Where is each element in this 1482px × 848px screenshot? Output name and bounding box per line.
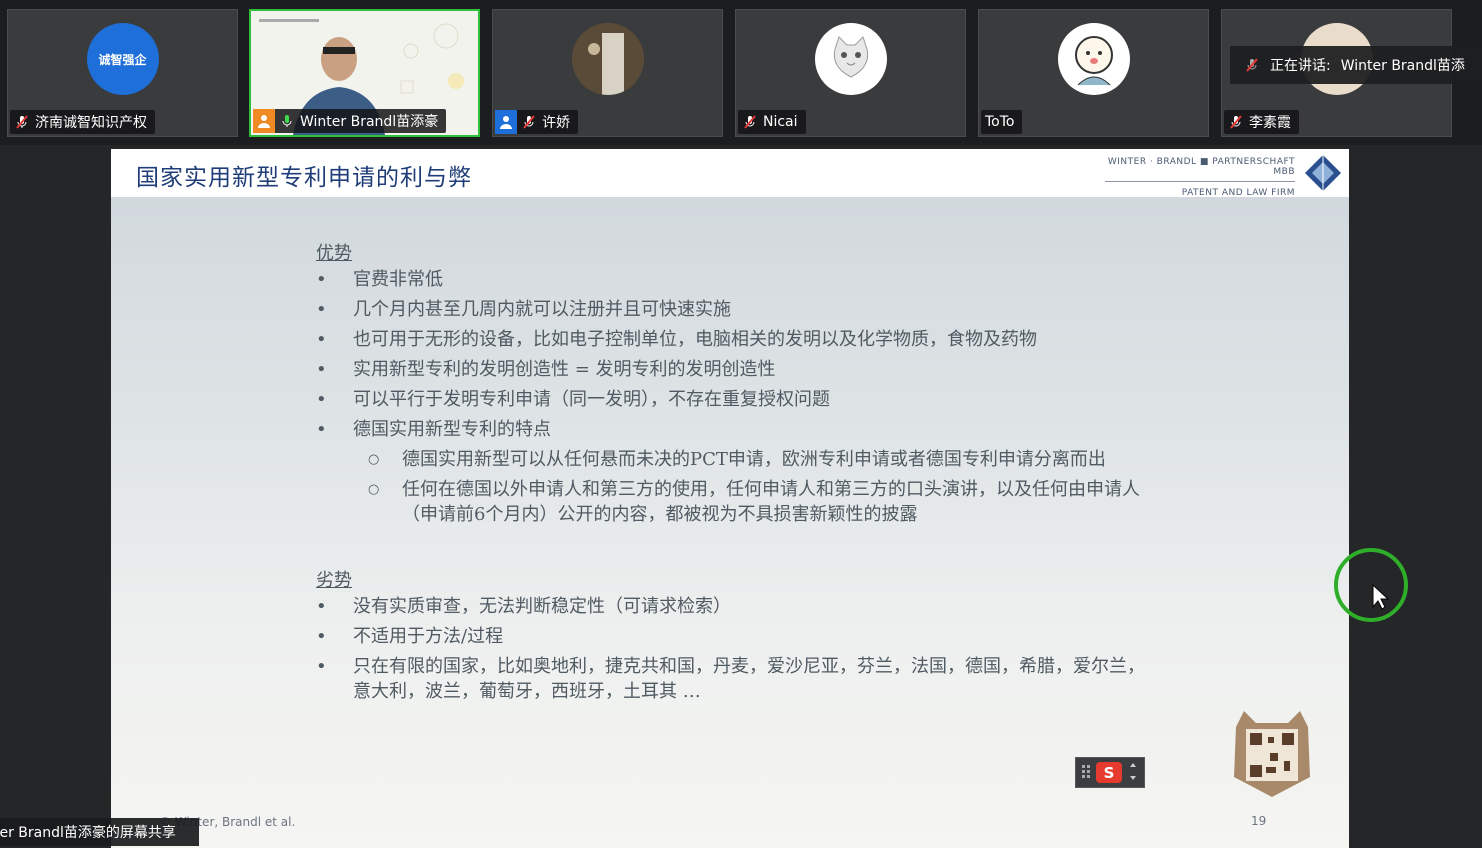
participant-name: 李素霞 (1249, 115, 1291, 131)
participant-name-tag: Nicai (738, 110, 806, 134)
speaking-name: Winter Brandl苗添 (1340, 58, 1465, 74)
speaking-label: 正在讲话: (1270, 58, 1331, 74)
slide-content: 优势 官费非常低 几个月内甚至几周内就可以注册并且可快速实施 也可用于无形的设备… (316, 239, 1146, 709)
participant-name: Winter Brandl苗添豪 (300, 114, 439, 130)
advantage-item: 也可用于无形的设备，比如电子控制单位，电脑相关的发明以及化学物质，食物及药物 (316, 327, 1146, 352)
cursor-highlight (1334, 548, 1408, 622)
disadvantage-item: 只在有限的国家，比如奥地利，捷克共和国，丹麦，爱沙尼亚，芬兰，法国，德国，希腊，… (316, 654, 1146, 704)
participant-tile[interactable]: 诚智强企 济南诚智知识产权 (7, 9, 238, 137)
participant-name-tag: Winter Brandl苗添豪 (253, 109, 447, 133)
advantage-item: 官费非常低 (316, 267, 1146, 292)
screen-share-text: ter Brandl苗添豪的屏幕共享 (0, 825, 176, 841)
page-number: 19 (1251, 814, 1267, 828)
disadvantage-item: 不适用于方法/过程 (316, 624, 1146, 649)
participant-tile-active[interactable]: Winter Brandl苗添豪 (249, 9, 480, 137)
participant-name-tag: 许娇 (495, 110, 578, 134)
firm-line-2: PATENT AND LAW FIRM (1181, 188, 1295, 198)
disadvantages-heading: 劣势 (316, 570, 352, 591)
participant-tile[interactable]: 许娇 (492, 9, 723, 137)
logo-text: 诚智强企 (98, 52, 147, 67)
mic-muted-icon (523, 115, 535, 129)
advantage-item: 实用新型专利的发明创造性 = 发明专利的发明创造性 (316, 357, 1146, 382)
mic-muted-icon (16, 115, 28, 129)
firm-logo-icon (1305, 155, 1341, 191)
screen-share-label: ter Brandl苗添豪的屏幕共享 (0, 818, 199, 846)
participant-tile[interactable]: Nicai (735, 9, 966, 137)
participant-avatar (814, 23, 887, 95)
advantages-heading: 优势 (316, 243, 352, 264)
mic-muted-icon (1230, 115, 1242, 129)
advantage-item: 几个月内甚至几周内就可以注册并且可快速实施 (316, 297, 1146, 322)
slide-title: 国家实用新型专利申请的利与弊 (136, 165, 472, 191)
speaking-indicator: 正在讲话: Winter Brandl苗添 (1230, 46, 1482, 84)
participant-name: 许娇 (542, 115, 570, 131)
mic-muted-icon (744, 115, 756, 129)
firm-name: WINTER · BRANDL ■ PARTNERSCHAFT MBB PATE… (1105, 157, 1295, 198)
host-badge-icon (253, 109, 275, 133)
participant-name: Nicai (763, 114, 798, 130)
participant-avatar (571, 23, 644, 95)
participant-name-tag: ToTo (981, 110, 1023, 134)
svg-text:S: S (1104, 764, 1115, 782)
sub-point: 德国实用新型可以从任何悬而未决的PCT申请，欧洲专利申请或者德国专利申请分离而出 (316, 447, 1146, 472)
shared-slide: 国家实用新型专利申请的利与弊 WINTER · BRANDL ■ PARTNER… (111, 149, 1349, 848)
qr-code-icon (1234, 711, 1310, 797)
participant-name-tag: 济南诚智知识产权 (10, 110, 155, 134)
advantage-item: 德国实用新型专利的特点 (316, 417, 1146, 442)
mic-active-icon (282, 115, 292, 127)
advantage-item: 可以平行于发明专利申请（同一发明），不存在重复授权问题 (316, 387, 1146, 412)
mic-muted-icon (1246, 58, 1258, 72)
participant-name: ToTo (985, 114, 1015, 130)
disadvantage-item: 没有实质审查，无法判断稳定性（可请求检索） (316, 594, 1146, 619)
participant-name: 济南诚智知识产权 (35, 115, 147, 131)
participant-avatar (1057, 23, 1130, 95)
participant-name-tag: 李素霞 (1224, 110, 1299, 134)
mouse-pointer-icon (1372, 583, 1390, 610)
participant-avatar: 诚智强企 (86, 23, 159, 95)
sub-point: 任何在德国以外申请人和第三方的使用，任何申请人和第三方的口头演讲，以及任何由申请… (316, 477, 1146, 527)
participant-tile[interactable]: ToTo (978, 9, 1209, 137)
slide-header: 国家实用新型专利申请的利与弊 WINTER · BRANDL ■ PARTNER… (111, 149, 1349, 198)
host-badge-icon (495, 110, 517, 134)
firm-line-1: WINTER · BRANDL ■ PARTNERSCHAFT MBB (1105, 157, 1295, 182)
ime-toolbar[interactable]: S (1075, 757, 1145, 788)
